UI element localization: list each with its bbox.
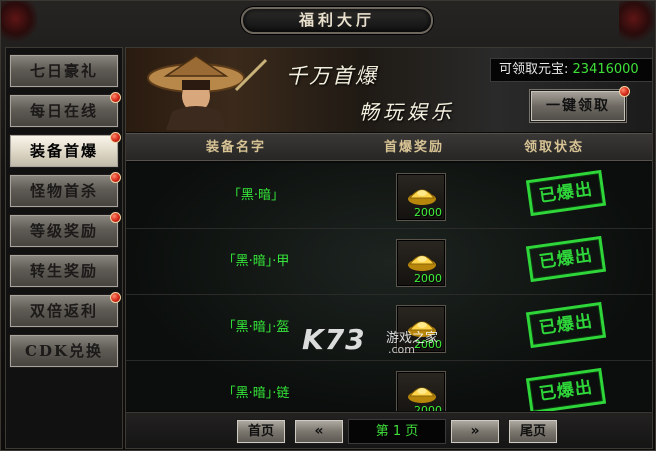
banner-headline: 千万首爆 <box>286 64 378 88</box>
welfare-hall-window: 福利大厅 七日豪礼 每日在线 装备首爆 怪物首杀 等级奖励 转生奖励 双倍返利 <box>0 0 656 451</box>
table-header: 装备名字 首爆奖励 领取状态 <box>126 133 652 161</box>
first-drop-list[interactable]: 「黑·暗」 2000 已爆出 「黑·暗」·甲 2000 已爆出 「黑·暗」·盔 … <box>126 163 652 411</box>
page-indicator: 第 1 页 <box>348 419 446 444</box>
sidebar-item-daily-online[interactable]: 每日在线 <box>9 92 121 128</box>
reward-quantity: 2000 <box>414 338 442 351</box>
notification-dot-icon <box>110 172 121 183</box>
sidebar-item-level-reward[interactable]: 等级奖励 <box>9 212 121 248</box>
last-page-button[interactable]: 尾页 <box>508 419 558 444</box>
sidebar-item-label: 转生奖励 <box>29 262 98 280</box>
column-header-reward: 首爆奖励 <box>384 140 445 155</box>
yuanbao-label: 可领取元宝: <box>499 62 569 77</box>
gold-ingot-icon <box>408 255 436 271</box>
status-stamp: 已爆出 <box>525 169 607 217</box>
claimable-yuanbao: 可领取元宝: 23416000 <box>490 58 652 82</box>
dragon-ornament-right <box>619 1 655 45</box>
notification-dot-icon <box>619 86 630 97</box>
reward-slot[interactable]: 2000 <box>396 173 446 221</box>
banner-subheadline: 畅玩娱乐 <box>359 100 455 124</box>
sidebar-item-label: 双倍返利 <box>29 302 98 320</box>
pagination: 首页 « 第 1 页 » 尾页 <box>126 412 652 448</box>
reward-slot[interactable]: 2000 <box>396 239 446 287</box>
gold-ingot-icon <box>408 387 436 403</box>
sidebar-item-label: 每日在线 <box>29 102 98 120</box>
reward-slot[interactable]: 2000 <box>396 371 446 411</box>
sidebar-item-seven-day-gift[interactable]: 七日豪礼 <box>9 54 119 88</box>
gold-ingot-icon <box>408 189 436 205</box>
notification-dot-icon <box>110 212 121 223</box>
sidebar-item-label: 等级奖励 <box>29 222 98 240</box>
equipment-name: 「黑·暗」·甲 <box>222 254 290 269</box>
next-page-button[interactable]: » <box>450 419 500 444</box>
status-stamp: 已爆出 <box>525 367 607 411</box>
prev-page-button[interactable]: « <box>294 419 344 444</box>
promo-banner: 千万首爆 畅玩娱乐 可领取元宝: 23416000 一键领取 <box>126 48 652 132</box>
sidebar-item-label: 怪物首杀 <box>29 182 98 200</box>
table-row: 「黑·暗」 2000 已爆出 <box>126 163 652 229</box>
gold-ingot-icon <box>408 321 436 337</box>
sidebar-item-double-rebate[interactable]: 双倍返利 <box>9 292 121 328</box>
equipment-name: 「黑·暗」·链 <box>222 386 290 401</box>
equipment-name: 「黑·暗」 <box>227 188 285 203</box>
sidebar-item-monster-first-kill[interactable]: 怪物首杀 <box>9 172 121 208</box>
sidebar-item-label: 装备首爆 <box>29 142 98 160</box>
reward-quantity: 2000 <box>414 272 442 285</box>
sidebar-item-cdk-redeem[interactable]: CDK兑换 <box>9 334 119 368</box>
status-stamp: 已爆出 <box>525 301 607 349</box>
table-row: 「黑·暗」·链 2000 已爆出 <box>126 361 652 411</box>
notification-dot-icon <box>110 92 121 103</box>
notification-dot-icon <box>110 132 121 143</box>
status-stamp: 已爆出 <box>525 235 607 283</box>
dragon-ornament-left <box>1 1 37 45</box>
reward-quantity: 2000 <box>414 404 442 411</box>
hero-character-icon <box>147 55 268 130</box>
column-header-name: 装备名字 <box>206 140 267 155</box>
reward-quantity: 2000 <box>414 206 442 219</box>
sidebar-item-rebirth-reward[interactable]: 转生奖励 <box>9 254 119 288</box>
sidebar-item-equipment-first-drop[interactable]: 装备首爆 <box>9 132 121 168</box>
claim-all-label: 一键领取 <box>546 98 610 114</box>
window-title: 福利大厅 <box>241 7 433 34</box>
equipment-name: 「黑·暗」·盔 <box>222 320 290 335</box>
table-row: 「黑·暗」·甲 2000 已爆出 <box>126 229 652 295</box>
first-page-button[interactable]: 首页 <box>236 419 286 444</box>
sidebar-item-label: 七日豪礼 <box>29 62 98 80</box>
claim-all-button[interactable]: 一键领取 <box>530 86 630 122</box>
content-panel: 千万首爆 畅玩娱乐 可领取元宝: 23416000 一键领取 装备名字 首爆奖励… <box>125 47 653 449</box>
sidebar: 七日豪礼 每日在线 装备首爆 怪物首杀 等级奖励 转生奖励 双倍返利 CDK兑换 <box>5 47 123 449</box>
reward-slot[interactable]: 2000 <box>396 305 446 353</box>
column-header-status: 领取状态 <box>524 140 585 155</box>
yuanbao-value: 23416000 <box>572 62 639 77</box>
notification-dot-icon <box>110 292 121 303</box>
sidebar-item-label: CDK兑换 <box>25 342 103 360</box>
table-row: 「黑·暗」·盔 2000 已爆出 <box>126 295 652 361</box>
